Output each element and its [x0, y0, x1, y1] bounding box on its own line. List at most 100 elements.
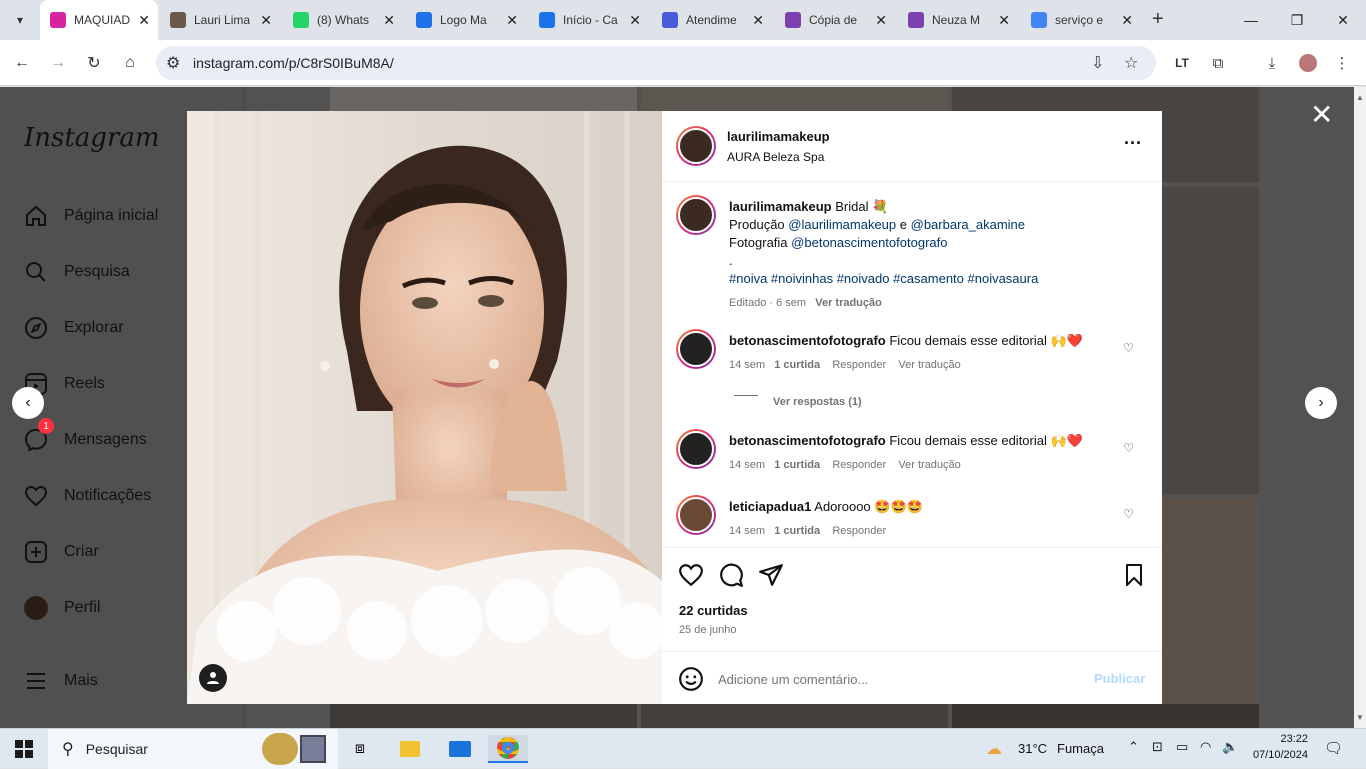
chrome-menu-icon[interactable]: ⋮: [1330, 51, 1354, 75]
reload-button[interactable]: ↻: [82, 51, 106, 75]
commenter-avatar[interactable]: [676, 495, 716, 535]
chrome-taskbar-icon[interactable]: [488, 735, 528, 763]
browser-tab[interactable]: MAQUIAD ✕: [40, 0, 158, 40]
browser-tab[interactable]: Neuza M ✕: [898, 0, 1018, 40]
tab-close-icon[interactable]: ✕: [1121, 12, 1133, 29]
tab-close-icon[interactable]: ✕: [998, 12, 1010, 29]
close-window-button[interactable]: ✕: [1320, 0, 1366, 40]
commenter-username[interactable]: betonascimentofotografo: [729, 433, 886, 448]
notifications-icon[interactable]: 🗨: [1324, 739, 1343, 757]
tab-close-icon[interactable]: ✕: [875, 12, 887, 29]
bookmark-star-icon[interactable]: ☆: [1124, 53, 1138, 73]
commenter-avatar[interactable]: [676, 329, 716, 369]
caption-username[interactable]: laurilimamakeup: [729, 199, 832, 214]
tray-device-icon[interactable]: ⊡: [1152, 739, 1163, 755]
scroll-up-arrow-icon[interactable]: ▲: [1356, 93, 1364, 102]
sidebar-item-more[interactable]: Mais: [22, 665, 98, 697]
install-app-icon[interactable]: ⇩: [1091, 53, 1104, 73]
new-tab-button[interactable]: +: [1152, 8, 1164, 31]
commenter-username[interactable]: leticiapadua1: [729, 499, 811, 514]
translate-extension-icon[interactable]: LT: [1170, 51, 1194, 75]
hashtags-link[interactable]: #noiva #noivinhas #noivado #casamento #n…: [729, 270, 1038, 288]
tab-search-chevron-icon[interactable]: ▾: [8, 8, 32, 32]
taskbar-search-box[interactable]: ⚲ Pesquisar: [48, 729, 338, 769]
mention-link[interactable]: @barbara_akamine: [911, 217, 1025, 232]
wifi-icon[interactable]: ◠: [1200, 739, 1211, 755]
back-button[interactable]: ←: [10, 51, 34, 75]
weather-temp[interactable]: 31°C: [1018, 741, 1047, 756]
post-image[interactable]: [187, 111, 662, 704]
mail-icon[interactable]: [440, 735, 480, 763]
downloads-icon[interactable]: ⤓: [1260, 51, 1284, 75]
share-send-icon[interactable]: [758, 562, 784, 593]
reply-button[interactable]: Responder: [832, 459, 886, 471]
tab-close-icon[interactable]: ✕: [506, 12, 518, 29]
clock-date[interactable]: 07/10/2024: [1248, 749, 1308, 761]
reply-button[interactable]: Responder: [832, 359, 886, 371]
comment-bubble-icon[interactable]: [718, 562, 744, 593]
battery-icon[interactable]: ▭: [1176, 739, 1188, 755]
sidebar-item-messages[interactable]: 1 Mensagens: [22, 418, 147, 456]
publish-button[interactable]: Publicar: [1094, 671, 1145, 686]
post-location[interactable]: AURA Beleza Spa: [727, 150, 824, 164]
translate-link[interactable]: Ver tradução: [898, 359, 960, 371]
comment-like-icon[interactable]: ♡: [1123, 441, 1134, 455]
add-comment-input[interactable]: [718, 666, 1078, 692]
comment-like-icon[interactable]: ♡: [1123, 507, 1134, 521]
comment-likes[interactable]: 1 curtida: [774, 525, 820, 537]
commenter-avatar[interactable]: [676, 429, 716, 469]
caption-author-avatar[interactable]: [676, 195, 716, 235]
sidebar-item-profile[interactable]: Perfil: [22, 592, 100, 624]
like-heart-icon[interactable]: [678, 562, 704, 593]
sidebar-item-search[interactable]: Pesquisa: [22, 256, 130, 288]
tab-close-icon[interactable]: ✕: [383, 12, 395, 29]
file-explorer-icon[interactable]: [390, 735, 430, 763]
more-options-icon[interactable]: ···: [1124, 133, 1142, 154]
author-username[interactable]: laurilimamakeup: [727, 129, 830, 144]
tab-close-icon[interactable]: ✕: [752, 12, 764, 29]
prev-post-button[interactable]: ‹: [12, 387, 44, 419]
comment-like-icon[interactable]: ♡: [1123, 341, 1134, 355]
browser-tab[interactable]: Cópia de ✕: [775, 0, 895, 40]
commenter-username[interactable]: betonascimentofotografo: [729, 333, 886, 348]
comment-likes[interactable]: 1 curtida: [774, 459, 820, 471]
translate-link[interactable]: Ver tradução: [815, 297, 882, 309]
close-modal-icon[interactable]: ✕: [1310, 101, 1333, 129]
mention-link[interactable]: @betonascimentofotografo: [791, 235, 947, 250]
mention-link[interactable]: @laurilimamakeup: [788, 217, 896, 232]
extensions-puzzle-icon[interactable]: ⧉: [1206, 51, 1230, 75]
author-avatar[interactable]: [676, 126, 716, 166]
tray-chevron-icon[interactable]: ⌃: [1128, 739, 1139, 755]
forward-button[interactable]: →: [46, 51, 70, 75]
sidebar-item-create[interactable]: Criar: [22, 536, 99, 568]
profile-avatar[interactable]: [1296, 51, 1320, 75]
restore-button[interactable]: ❐: [1274, 0, 1320, 40]
browser-tab[interactable]: (8) Whats ✕: [283, 0, 403, 40]
sidebar-item-home[interactable]: Página inicial: [22, 200, 158, 232]
reply-button[interactable]: Responder: [832, 525, 886, 537]
weather-desc[interactable]: Fumaça: [1057, 741, 1104, 756]
browser-tab[interactable]: Lauri Lima ✕: [160, 0, 280, 40]
site-info-icon[interactable]: ⚙: [166, 53, 180, 73]
tab-close-icon[interactable]: ✕: [260, 12, 272, 29]
instagram-logo[interactable]: Instagram: [24, 123, 160, 153]
clock-time[interactable]: 23:22: [1262, 733, 1308, 745]
windows-start-icon[interactable]: [4, 735, 44, 763]
task-view-icon[interactable]: ⧈: [340, 735, 380, 763]
tab-close-icon[interactable]: ✕: [629, 12, 641, 29]
likes-count[interactable]: 22 curtidas: [679, 603, 748, 618]
tab-close-icon[interactable]: ✕: [138, 12, 150, 29]
comment-likes[interactable]: 1 curtida: [774, 359, 820, 371]
scroll-down-arrow-icon[interactable]: ▼: [1356, 713, 1364, 722]
save-bookmark-icon[interactable]: [1122, 562, 1146, 593]
browser-tab[interactable]: Atendime ✕: [652, 0, 772, 40]
translate-link[interactable]: Ver tradução: [898, 459, 960, 471]
tagged-users-icon[interactable]: [199, 664, 227, 692]
browser-tab[interactable]: serviço e ✕: [1021, 0, 1141, 40]
minimize-button[interactable]: —: [1228, 0, 1274, 40]
sidebar-item-explore[interactable]: Explorar: [22, 312, 124, 344]
volume-icon[interactable]: 🔈: [1222, 739, 1238, 755]
home-button[interactable]: ⌂: [118, 51, 142, 75]
browser-tab[interactable]: Logo Ma ✕: [406, 0, 526, 40]
sidebar-item-notifications[interactable]: Notificações: [22, 480, 151, 512]
